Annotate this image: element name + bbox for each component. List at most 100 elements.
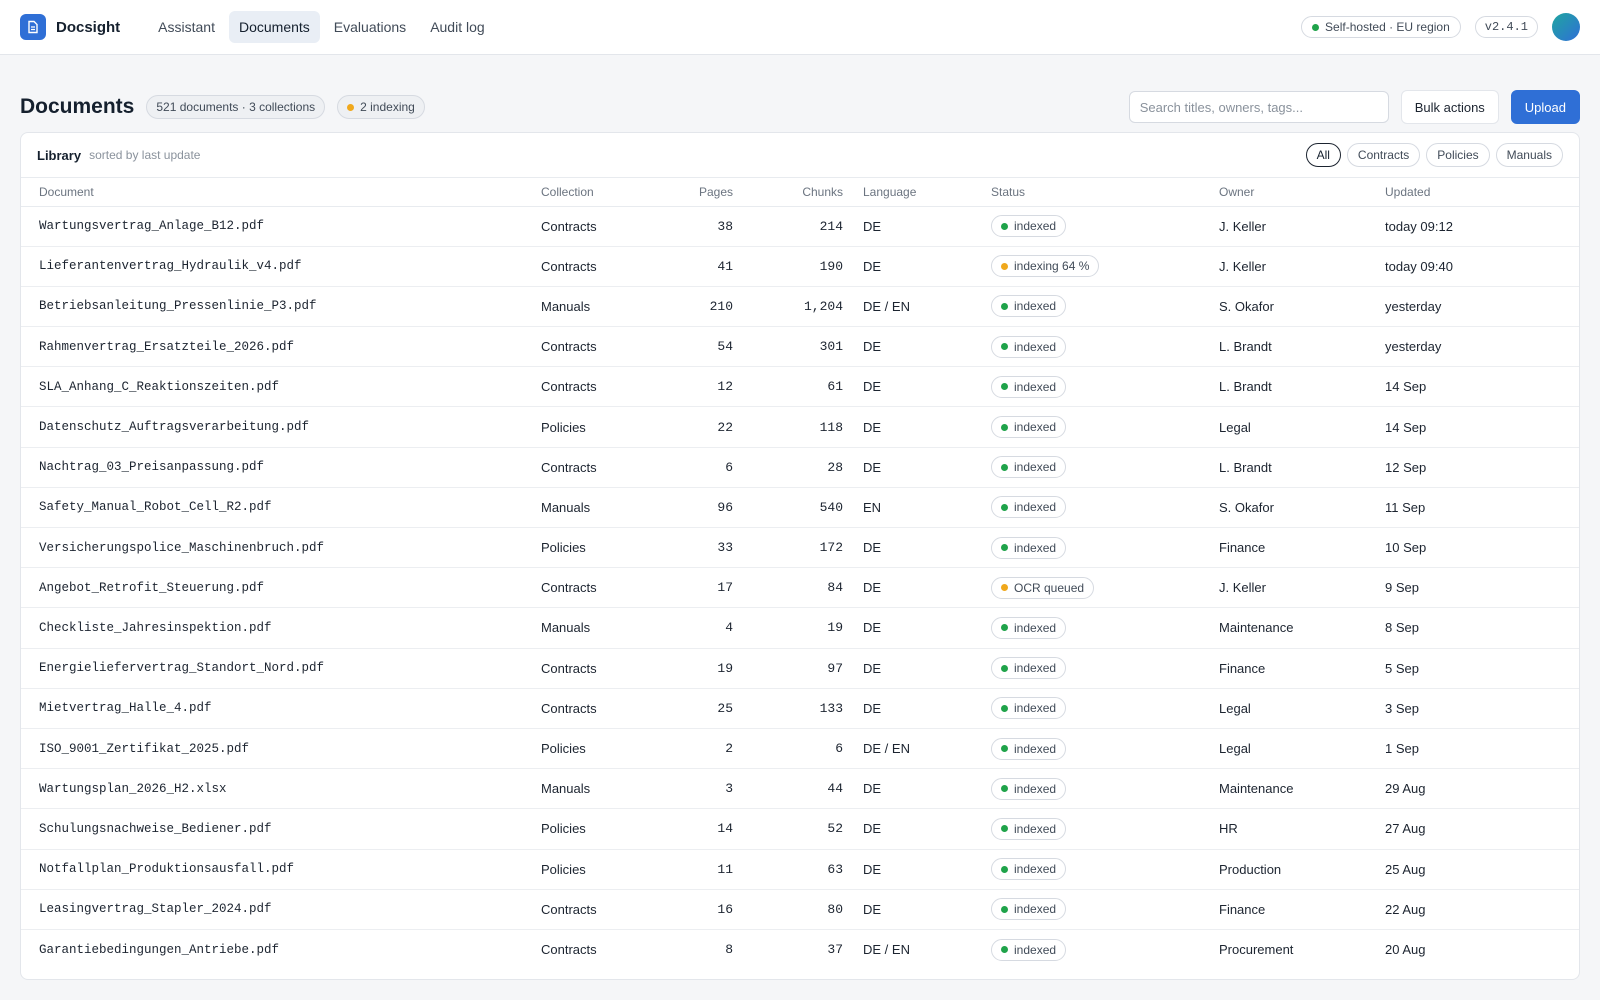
brand[interactable]: Docsight: [20, 14, 120, 40]
chunks-cell: 37: [827, 942, 843, 958]
collection-cell: Manuals: [531, 487, 661, 529]
filter-contracts[interactable]: Contracts: [1346, 143, 1421, 167]
column-updated[interactable]: Updated: [1375, 178, 1579, 207]
column-collection[interactable]: Collection: [531, 178, 661, 207]
bulk-actions-button[interactable]: Bulk actions: [1400, 90, 1499, 124]
upload-button[interactable]: Upload: [1510, 90, 1580, 124]
deployment-badge: Self-hosted · EU region: [1301, 16, 1461, 38]
table-row[interactable]: Notfallplan_Produktionsausfall.pdf Polici…: [21, 849, 1579, 890]
status-cell: indexed: [981, 688, 1209, 729]
column-document[interactable]: Document: [21, 178, 531, 207]
document-name[interactable]: Rahmenvertrag_Ersatzteile_2026.pdf: [21, 326, 531, 368]
pages-cell: 11: [661, 849, 743, 890]
status-label: indexed: [1014, 821, 1057, 836]
table-row[interactable]: Leasingvertrag_Stapler_2024.pdf Contracts…: [21, 889, 1579, 930]
document-name[interactable]: Wartungsplan_2026_H2.xlsx: [21, 768, 531, 810]
document-name[interactable]: SLA_Anhang_C_Reaktionszeiten.pdf: [21, 366, 531, 408]
filter-policies[interactable]: Policies: [1426, 143, 1490, 167]
status-label: indexed: [1014, 460, 1057, 475]
table-row[interactable]: Checkliste_Jahresinspektion.pdf Manuals 4 1…: [21, 607, 1579, 649]
summary-badge: 521 documents · 3 collections: [146, 95, 326, 119]
status-badge: indexed: [991, 657, 1067, 680]
library-subtitle: sorted by last update: [89, 148, 201, 162]
library-header: Library sorted by last update All Contra…: [21, 133, 1579, 178]
filter-manuals[interactable]: Manuals: [1495, 143, 1563, 167]
chunks-cell: 133: [743, 688, 853, 729]
status-label: OCR queued: [1014, 580, 1085, 595]
column-owner[interactable]: Owner: [1209, 178, 1375, 207]
nav-assistant[interactable]: Assistant: [148, 11, 225, 43]
collection-cell: Policies: [531, 728, 661, 770]
document-name[interactable]: Checkliste_Jahresinspektion.pdf: [21, 607, 531, 649]
search-input[interactable]: [1128, 91, 1389, 123]
chunks-cell: 80: [743, 889, 853, 930]
column-language[interactable]: Language: [853, 178, 981, 207]
table-row[interactable]: Wartungsvertrag_Anlage_B12.pdf Contracts 3…: [21, 206, 1579, 247]
owner-cell: HR: [1209, 808, 1375, 850]
table-row[interactable]: Nachtrag_03_Preisanpassung.pdf Contracts 6…: [21, 447, 1579, 488]
chunks-cell: 19: [743, 607, 853, 649]
user-avatar[interactable]: [1552, 13, 1580, 41]
table-row[interactable]: Versicherungspolice_Maschinenbruch.pdf Po…: [21, 527, 1579, 569]
document-name[interactable]: Energieliefervertrag_Standort_Nord.pdf: [21, 648, 531, 689]
chunks-cell: 214: [743, 206, 853, 247]
nav-evaluations[interactable]: Evaluations: [324, 11, 416, 43]
table-row[interactable]: Wartungsplan_2026_H2.xlsx Manuals 3 44 DE ind…: [21, 768, 1579, 810]
document-name[interactable]: Schulungsnachweise_Bediener.pdf: [21, 808, 531, 850]
table-row[interactable]: Rahmenvertrag_Ersatzteile_2026.pdf Contra…: [21, 326, 1579, 368]
updated-cell: 11 Sep: [1375, 487, 1579, 529]
table-row[interactable]: Energieliefervertrag_Standort_Nord.pdf Co…: [21, 648, 1579, 689]
document-name[interactable]: Mietvertrag_Halle_4.pdf: [21, 688, 531, 729]
column-pages[interactable]: Pages: [661, 178, 743, 207]
document-name[interactable]: Wartungsvertrag_Anlage_B12.pdf: [21, 206, 531, 247]
document-name[interactable]: Garantiebedingungen_Antriebe.pdf: [21, 929, 531, 969]
table-row[interactable]: Schulungsnachweise_Bediener.pdf Policies 1…: [21, 808, 1579, 850]
table-row[interactable]: Lieferantenvertrag_Hydraulik_v4.pdf Contr…: [21, 246, 1579, 287]
table-row[interactable]: SLA_Anhang_C_Reaktionszeiten.pdf Contract…: [21, 366, 1579, 408]
table-row[interactable]: Datenschutz_Auftragsverarbeitung.pdf Poli…: [21, 406, 1579, 448]
filter-all[interactable]: All: [1305, 143, 1341, 167]
document-name[interactable]: ISO_9001_Zertifikat_2025.pdf: [21, 728, 531, 770]
table-row[interactable]: Safety_Manual_Robot_Cell_R2.pdf Manuals 96…: [21, 487, 1579, 529]
owner-cell: Finance: [1209, 889, 1375, 930]
status-badge: indexed: [991, 215, 1067, 238]
document-name[interactable]: Notfallplan_Produktionsausfall.pdf: [21, 849, 531, 890]
document-name[interactable]: Nachtrag_03_Preisanpassung.pdf: [21, 447, 531, 488]
language-cell: DE: [853, 808, 981, 850]
updated-cell: 8 Sep: [1375, 607, 1579, 649]
owner-cell: Maintenance: [1209, 607, 1375, 649]
language-cell: DE: [853, 648, 981, 689]
table-row[interactable]: Angebot_Retrofit_Steuerung.pdf Contracts 1…: [21, 567, 1579, 609]
nav-audit-log[interactable]: Audit log: [420, 11, 494, 43]
status-badge: indexed: [991, 938, 1067, 961]
status-cell: indexed: [981, 849, 1209, 890]
collection-cell: Manuals: [531, 286, 661, 328]
table-row[interactable]: ISO_9001_Zertifikat_2025.pdf Policies 2 6 DE…: [21, 728, 1579, 770]
page-header: Documents 521 documents · 3 collections …: [0, 55, 1600, 135]
pages-cell: 16: [661, 889, 743, 930]
status-dot-icon: [1001, 745, 1008, 753]
document-name[interactable]: Betriebsanleitung_Pressenlinie_P3.pdf: [21, 286, 531, 328]
updated-cell: 10 Sep: [1375, 527, 1579, 569]
document-name[interactable]: Versicherungspolice_Maschinenbruch.pdf: [21, 527, 531, 569]
document-name[interactable]: Leasingvertrag_Stapler_2024.pdf: [21, 889, 531, 930]
table-row[interactable]: Garantiebedingungen_Antriebe.pdf Contract…: [21, 929, 1579, 969]
updated-cell: 14 Sep: [1375, 366, 1579, 408]
status-badge: indexed: [991, 335, 1067, 358]
document-name[interactable]: Safety_Manual_Robot_Cell_R2.pdf: [21, 487, 531, 529]
owner-cell: Maintenance: [1209, 768, 1375, 810]
table-row[interactable]: Mietvertrag_Halle_4.pdf Contracts 25 133 DE i…: [21, 688, 1579, 729]
document-name[interactable]: Angebot_Retrofit_Steuerung.pdf: [21, 567, 531, 609]
table-row[interactable]: Betriebsanleitung_Pressenlinie_P3.pdf Man…: [21, 286, 1579, 328]
language-cell: DE: [853, 206, 981, 247]
pages-cell: 12: [661, 366, 743, 408]
language-cell: EN: [853, 487, 981, 529]
status-cell: indexed: [981, 768, 1209, 810]
status-dot-icon: [1001, 222, 1008, 230]
nav-documents[interactable]: Documents: [228, 11, 320, 43]
column-status[interactable]: Status: [981, 178, 1209, 207]
document-name[interactable]: Lieferantenvertrag_Hydraulik_v4.pdf: [21, 246, 531, 287]
status-badge: indexed: [991, 295, 1067, 318]
document-name[interactable]: Datenschutz_Auftragsverarbeitung.pdf: [21, 406, 531, 448]
column-chunks[interactable]: Chunks: [743, 178, 853, 207]
